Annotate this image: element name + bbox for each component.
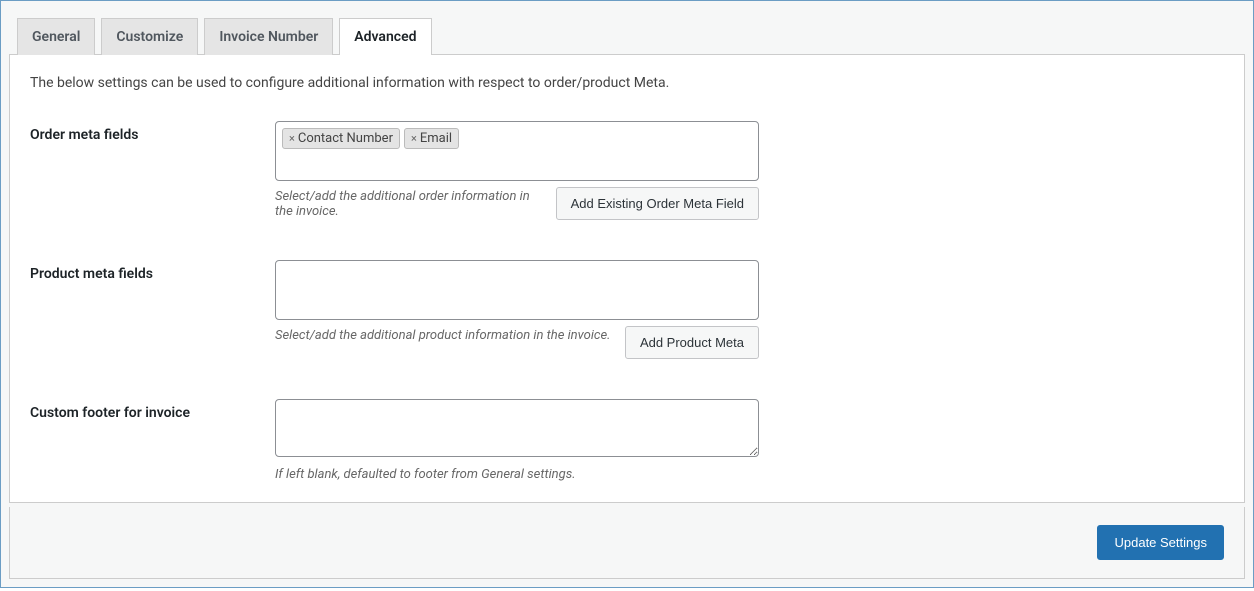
tag-label: Email — [420, 131, 452, 146]
row-order-meta: Order meta fields ×Contact Number ×Email… — [30, 121, 1224, 220]
row-custom-footer: Custom footer for invoice If left blank,… — [30, 399, 1224, 482]
custom-footer-textarea[interactable] — [275, 399, 759, 457]
custom-footer-help: If left blank, defaulted to footer from … — [275, 467, 759, 482]
close-icon[interactable]: × — [411, 132, 417, 145]
custom-footer-label: Custom footer for invoice — [30, 399, 275, 421]
product-meta-help: Select/add the additional product inform… — [275, 328, 615, 343]
add-product-meta-button[interactable]: Add Product Meta — [625, 326, 759, 359]
update-settings-button[interactable]: Update Settings — [1097, 525, 1224, 560]
tag-email[interactable]: ×Email — [404, 128, 459, 149]
tag-contact-number[interactable]: ×Contact Number — [282, 128, 400, 149]
tabs: General Customize Invoice Number Advance… — [5, 5, 1249, 54]
order-meta-input[interactable]: ×Contact Number ×Email — [275, 121, 759, 181]
tag-label: Contact Number — [298, 131, 393, 146]
product-meta-label: Product meta fields — [30, 260, 275, 282]
tab-invoice-number[interactable]: Invoice Number — [204, 18, 333, 55]
product-meta-input[interactable] — [275, 260, 759, 320]
settings-panel: The below settings can be used to config… — [9, 54, 1245, 503]
tab-general[interactable]: General — [17, 18, 95, 55]
tab-advanced[interactable]: Advanced — [339, 18, 431, 55]
row-product-meta: Product meta fields Select/add the addit… — [30, 260, 1224, 359]
close-icon[interactable]: × — [289, 132, 295, 145]
tab-customize[interactable]: Customize — [101, 18, 198, 55]
footer-bar: Update Settings — [9, 507, 1245, 579]
order-meta-help: Select/add the additional order informat… — [275, 189, 546, 219]
add-order-meta-button[interactable]: Add Existing Order Meta Field — [556, 187, 759, 220]
panel-intro: The below settings can be used to config… — [30, 75, 1224, 91]
order-meta-label: Order meta fields — [30, 121, 275, 143]
